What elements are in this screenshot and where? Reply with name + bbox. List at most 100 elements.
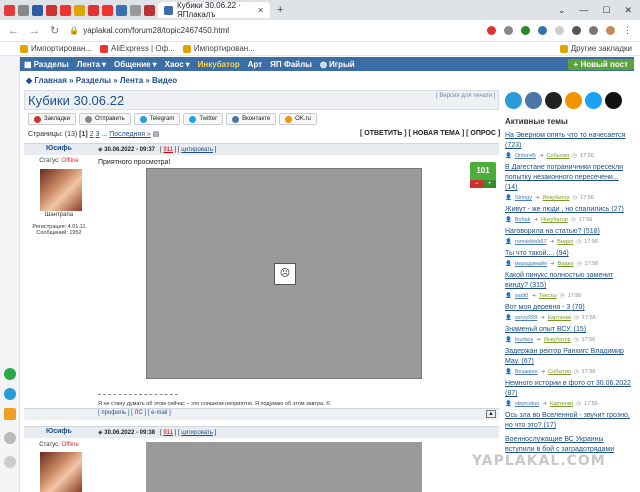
menu-chaos[interactable]: Хаос ▾ [165,60,190,69]
topic-title-link[interactable]: Знаменьй опыт ВСУ. (15) [505,325,633,335]
post-image[interactable] [146,442,422,492]
active-topic-item[interactable]: Знаменьй опыт ВСУ. (15) 👤 tourbos ➜ Инкубато… [505,325,633,343]
active-topic-item[interactable]: Живут - же люди , но спалились (27) 👤 Boha… [505,205,633,223]
twitter-share-button[interactable]: Twitter [183,113,224,125]
topic-user[interactable]: Bohak [515,217,531,223]
topic-title-link[interactable]: Ось зла во Вселенной - звучит грозно, но… [505,411,633,431]
topic-title-link[interactable]: Задержан ректор Ранхигс Владимир Мау. (6… [505,347,633,367]
active-topic-item[interactable]: Вот моя деревня - 3 (70) 👤 ssroy999 ➜ Картин… [505,303,633,321]
settings-icon[interactable] [4,432,16,444]
topic-user[interactable]: ronnieblob67 [515,239,547,245]
post-author[interactable]: Юсифь [46,145,72,152]
bookmark-item[interactable]: AliExpress | Оф... [100,44,175,53]
avatar[interactable] [40,452,82,492]
close-window-icon[interactable]: ✕ [624,5,632,16]
topic-user[interactable]: oleproduo [515,401,539,407]
extension-icon[interactable] [504,26,513,35]
telegram-icon[interactable] [4,388,16,400]
pause-icon[interactable] [572,26,581,35]
extension-icon[interactable] [487,26,496,35]
tab-favicon[interactable] [60,4,71,16]
active-topic-item[interactable]: Военнослужащие ВС Украины вступили в бой… [505,435,633,455]
active-tab[interactable]: Кубики 30.06.22 · ЯПлакалъ ✕ [158,1,270,19]
topic-user[interactable]: sadt0 [515,293,528,299]
topic-category[interactable]: Картинки [550,401,573,407]
rate-down-button[interactable]: − [470,180,483,188]
topic-user[interactable]: ssroy999 [515,315,537,321]
tab-search-icon[interactable]: ⌄ [558,5,566,16]
forward-icon[interactable]: → [29,25,40,37]
close-tab-icon[interactable]: ✕ [257,6,264,15]
url-field[interactable]: 🔒 yaplakal.com/forum28/topic2467450.html [69,23,319,39]
topic-user[interactable]: марадамайн [515,261,547,267]
topic-action-buttons[interactable]: [ ОТВЕТИТЬ ] [ НОВАЯ ТЕМА ] [ ОПРОС ] [360,130,500,137]
extensions-puzzle-icon[interactable] [589,26,598,35]
telegram-icon[interactable] [505,92,522,109]
menu-chat[interactable]: Общение ▾ [114,60,157,69]
rate-up-button[interactable]: + [483,180,496,188]
quote-link[interactable]: цитировать [181,147,213,153]
topic-user[interactable]: Stringy [515,195,532,201]
post-image[interactable]: ☹ [146,168,422,379]
tab-favicon[interactable] [102,4,113,16]
topic-title-link[interactable]: Вот моя деревня - 3 (70) [505,303,633,313]
post-number-link[interactable]: 911 [163,430,173,436]
breadcrumb[interactable]: ◆ Главная » Разделы » Лента » Видео [26,76,496,85]
app-icon[interactable] [4,408,16,420]
active-topic-item[interactable]: В Дагестане пограничники пресекли попытк… [505,163,633,201]
menu-sections[interactable]: ▦ Разделы [24,60,69,69]
tab-favicon[interactable] [32,4,43,16]
menu-feed[interactable]: Лента ▾ [77,60,106,69]
quote-link[interactable]: цитировать [181,430,213,436]
avatar[interactable] [40,169,82,211]
tab-favicon[interactable] [144,4,155,16]
topic-user[interactable]: Вешкинн [515,369,538,375]
page-jump-icon[interactable]: ▤ [153,131,160,138]
page-link[interactable]: 2 [90,131,94,138]
topic-category[interactable]: Инкубатор [544,337,571,343]
extension-icon[interactable] [555,26,564,35]
active-topic-item[interactable]: Ось зла во Вселенной - звучит грозно, но… [505,411,633,431]
topic-title-link[interactable]: Наговорила на статью? (518) [505,227,633,237]
new-tab-icon[interactable]: + [277,4,283,16]
page-link[interactable]: 3 [96,131,100,138]
active-topic-item[interactable]: Наговорила на статью? (518) 👤 ronnieblob67… [505,227,633,245]
topic-category[interactable]: События [547,153,570,159]
active-topic-item[interactable]: Задержан ректор Ранхигс Владимир Мау. (6… [505,347,633,375]
menu-kebab-icon[interactable]: ⋮ [623,25,632,36]
print-version-link[interactable]: [ Версия для печати ] [436,93,495,99]
topic-category[interactable]: Инкубатор [541,217,568,223]
topic-title-link[interactable]: В Дагестане пограничники пресекли попытк… [505,163,633,193]
other-bookmarks[interactable]: Другие закладки [559,44,640,53]
whatsapp-icon[interactable] [4,368,16,380]
topic-title-link[interactable]: Ты что такой.... (94) [505,249,633,259]
send-share-button[interactable]: Отправить [78,113,131,125]
topic-category[interactable]: Видео [557,239,573,245]
tab-favicon[interactable] [4,4,15,16]
menu-incubator[interactable]: Инкубатор [198,60,240,69]
back-icon[interactable]: ← [8,25,19,37]
topic-title-link[interactable]: Военнослужащие ВС Украины вступили в бой… [505,435,633,455]
topic-title-link[interactable]: На Эверном опять что то начесается (723) [505,131,633,151]
vk-share-button[interactable]: Вконтакте [226,113,277,125]
tiktok-icon[interactable] [605,92,622,109]
vk-icon[interactable] [525,92,542,109]
maximize-icon[interactable]: ☐ [602,5,610,16]
active-topic-item[interactable]: Ты что такой.... (94) 👤 марадамайн ➜ Видео ◷ 1… [505,249,633,267]
bookmark-item[interactable]: Импортирован... [182,44,255,53]
tab-favicon[interactable] [88,4,99,16]
ok-icon[interactable] [565,92,582,109]
active-topic-item[interactable]: Немного истории в фото от 30.06.2022 (87… [505,379,633,407]
reload-icon[interactable]: ↻ [50,24,59,37]
post-author[interactable]: Юсифь [46,428,72,435]
tab-favicon[interactable] [116,4,127,16]
active-topic-item[interactable]: Какой пинукс полностью заменит винду? (3… [505,271,633,299]
topic-user[interactable]: tourbos [515,337,533,343]
profile-links[interactable]: [ профиль ] [ ЛС ] [ e-mail ] [98,410,171,416]
more-icon[interactable] [4,456,16,468]
tab-favicon[interactable] [74,4,85,16]
profile-avatar-icon[interactable] [606,26,615,35]
bookmark-item[interactable]: Импортирован... [20,44,92,53]
minimize-icon[interactable]: — [579,5,588,16]
twitter-icon[interactable] [585,92,602,109]
